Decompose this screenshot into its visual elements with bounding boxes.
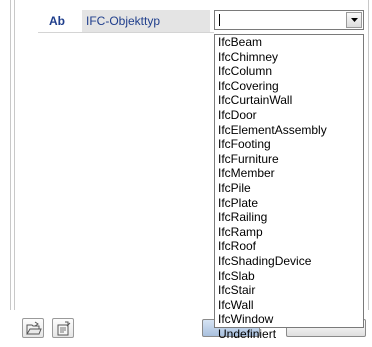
property-row-ifc-type: Ab IFC-Objekttyp bbox=[38, 10, 214, 32]
panel-left-border-inner bbox=[14, 0, 15, 310]
dropdown-option[interactable]: IfcChimney bbox=[215, 50, 363, 65]
open-favorites-button[interactable] bbox=[22, 318, 44, 338]
chevron-down-icon bbox=[351, 18, 358, 22]
property-label: IFC-Objekttyp bbox=[82, 10, 210, 32]
dropdown-option[interactable]: Undefiniert bbox=[215, 327, 363, 342]
text-caret bbox=[219, 14, 220, 26]
dropdown-option[interactable]: IfcColumn bbox=[215, 64, 363, 79]
dropdown-option[interactable]: IfcSlab bbox=[215, 269, 363, 284]
dropdown-option[interactable]: IfcPile bbox=[215, 181, 363, 196]
dropdown-option[interactable]: IfcFooting bbox=[215, 137, 363, 152]
edit-properties-icon bbox=[57, 321, 71, 336]
row-divider bbox=[38, 32, 214, 33]
dropdown-option[interactable]: IfcMember bbox=[215, 166, 363, 181]
dropdown-option[interactable]: IfcBeam bbox=[215, 35, 363, 50]
dropdown-option[interactable]: IfcPlate bbox=[215, 196, 363, 211]
dropdown-option[interactable]: IfcCurtainWall bbox=[215, 93, 363, 108]
ifc-type-combobox[interactable] bbox=[214, 10, 364, 30]
dropdown-option[interactable]: IfcRailing bbox=[215, 210, 363, 225]
panel-left-border bbox=[10, 0, 11, 310]
dropdown-option[interactable]: IfcWindow bbox=[215, 312, 363, 327]
dropdown-option[interactable]: IfcShadingDevice bbox=[215, 254, 363, 269]
dropdown-option[interactable]: IfcFurniture bbox=[215, 152, 363, 167]
property-code: Ab bbox=[49, 14, 65, 28]
dropdown-option[interactable]: IfcStair bbox=[215, 283, 363, 298]
dropdown-option[interactable]: IfcElementAssembly bbox=[215, 123, 363, 138]
dropdown-option[interactable]: IfcRamp bbox=[215, 225, 363, 240]
dropdown-option[interactable]: IfcWall bbox=[215, 298, 363, 313]
edit-properties-button[interactable] bbox=[52, 318, 74, 338]
panel-right-border bbox=[368, 0, 369, 310]
dropdown-option[interactable]: IfcCovering bbox=[215, 79, 363, 94]
dropdown-option[interactable]: IfcRoof bbox=[215, 239, 363, 254]
dropdown-toggle-button[interactable] bbox=[346, 12, 362, 28]
ifc-type-dropdown-list[interactable]: IfcBeam IfcChimney IfcColumn IfcCovering Ifc… bbox=[214, 34, 364, 341]
dropdown-option[interactable]: IfcDoor bbox=[215, 108, 363, 123]
open-folder-icon bbox=[26, 321, 42, 335]
